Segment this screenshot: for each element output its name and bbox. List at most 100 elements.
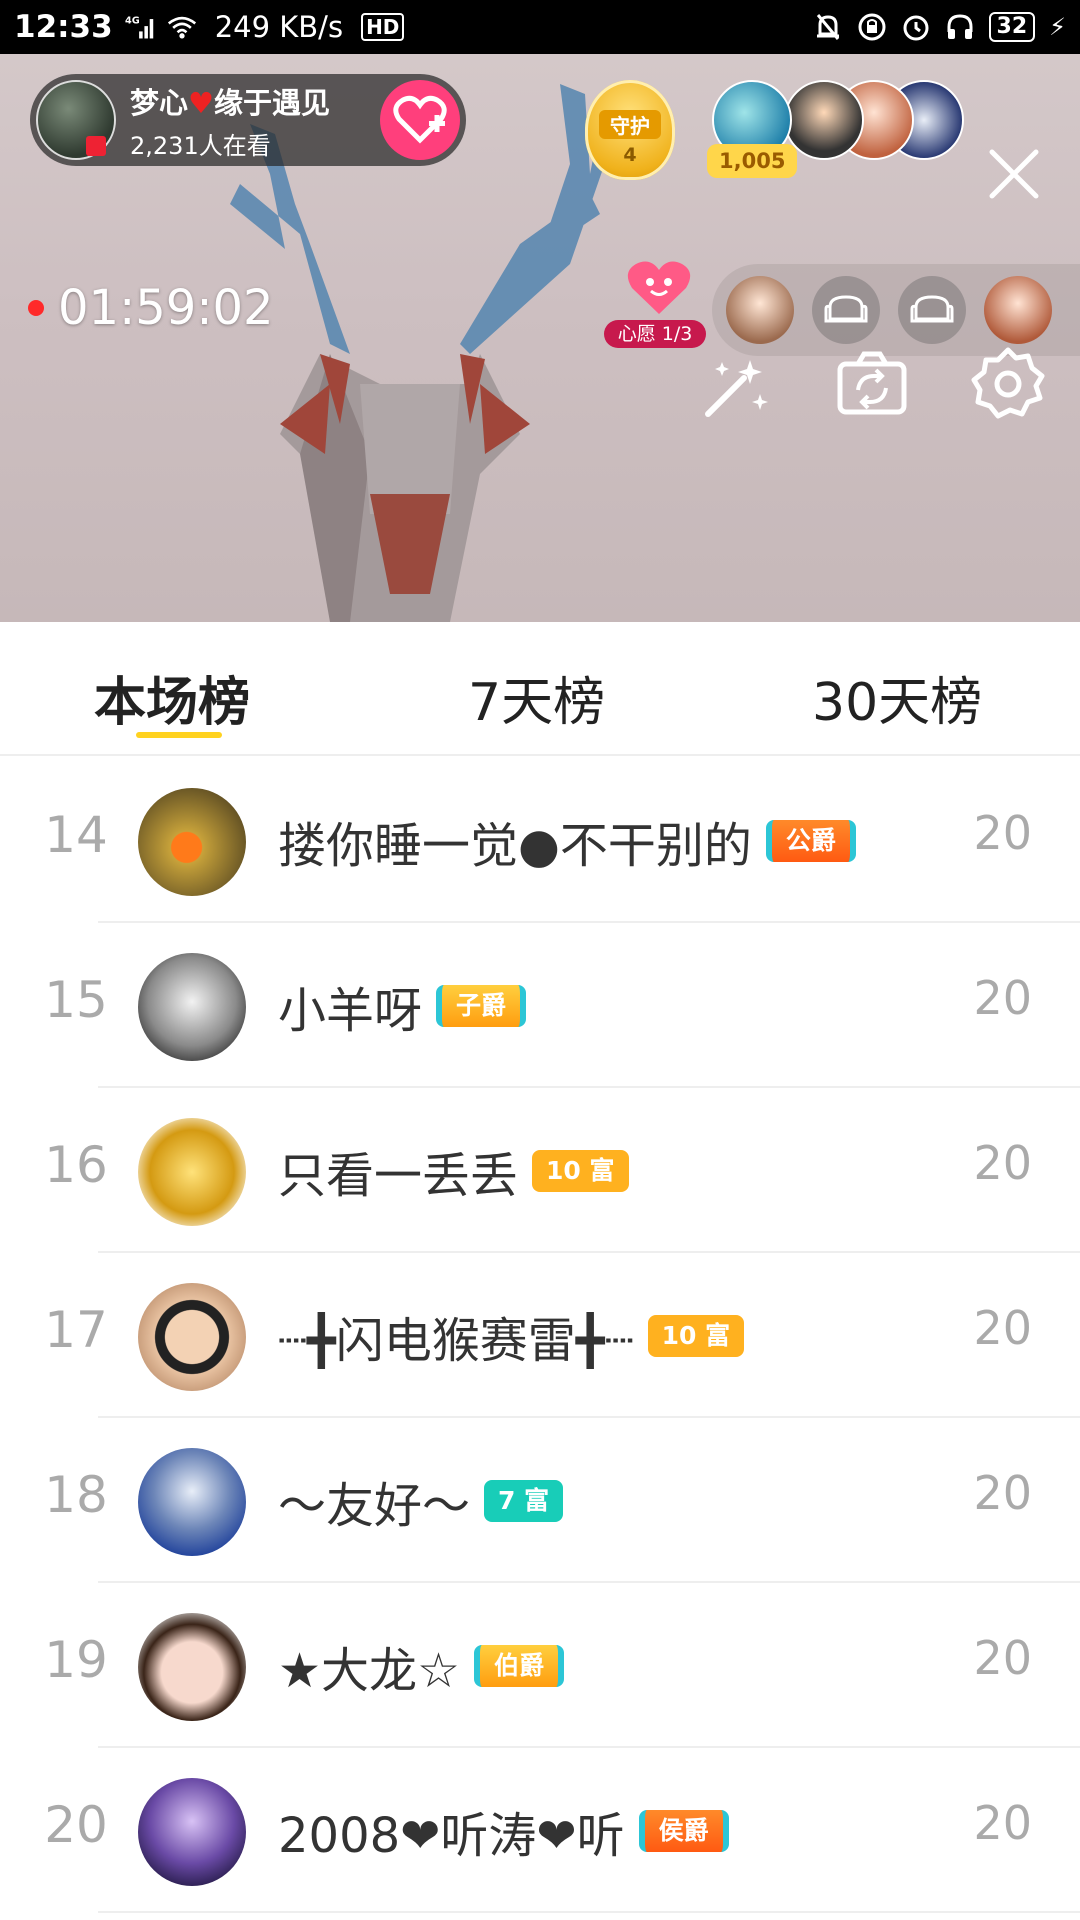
user-name: 搂你睡一觉●不干别的 bbox=[278, 818, 752, 874]
user-name: 只看一丢丢 bbox=[278, 1148, 519, 1204]
signal-icon: 4G bbox=[125, 12, 155, 42]
score: 20 bbox=[973, 1796, 1032, 1850]
status-time: 12:33 bbox=[14, 9, 113, 45]
rank-badge: 10 富 bbox=[532, 1150, 629, 1192]
list-item[interactable]: 16 只看一丢丢 10 富 20 bbox=[0, 1088, 1080, 1253]
avatar[interactable] bbox=[138, 1613, 246, 1721]
flip-camera-button[interactable] bbox=[834, 346, 910, 422]
rank-number: 20 bbox=[44, 1796, 108, 1854]
top-fans-avatars[interactable]: 1,005 bbox=[707, 80, 964, 178]
ranking-tabs: 本场榜 7天榜 30天榜 bbox=[0, 622, 1080, 756]
mute-bell-icon bbox=[813, 12, 843, 42]
close-button[interactable] bbox=[986, 146, 1042, 202]
score: 20 bbox=[973, 971, 1032, 1025]
avatar[interactable] bbox=[138, 1118, 246, 1226]
user-name: 2008❤听涛❤听 bbox=[278, 1808, 625, 1864]
rank-number: 18 bbox=[44, 1466, 108, 1524]
rank-number: 14 bbox=[44, 806, 108, 864]
score: 20 bbox=[973, 1466, 1032, 1520]
avatar[interactable] bbox=[138, 788, 246, 896]
headphones-icon bbox=[945, 12, 975, 42]
rank-number: 16 bbox=[44, 1136, 108, 1194]
avatar[interactable] bbox=[138, 953, 246, 1061]
guest-seats-bar bbox=[712, 264, 1080, 356]
active-tab-indicator bbox=[136, 732, 222, 738]
score: 20 bbox=[973, 1631, 1032, 1685]
guard-label: 守护 bbox=[599, 110, 661, 139]
wish-label: 心愿 1/3 bbox=[604, 320, 706, 348]
live-timer: 01:59:02 bbox=[28, 280, 274, 336]
avatar[interactable] bbox=[138, 1283, 246, 1391]
beauty-effect-button[interactable] bbox=[696, 348, 772, 424]
lock-rotation-icon bbox=[857, 12, 887, 42]
smiling-heart-icon bbox=[627, 261, 691, 314]
host-name-part1: 梦心 bbox=[130, 85, 189, 120]
settings-button[interactable] bbox=[970, 346, 1046, 422]
heart-icon: ♥ bbox=[188, 85, 215, 120]
list-item[interactable]: 18 ～友好～ 7 富 20 bbox=[0, 1418, 1080, 1583]
close-icon bbox=[989, 149, 1039, 199]
list-item[interactable]: 20 2008❤听涛❤听 侯爵 20 bbox=[0, 1748, 1080, 1913]
user-name: ～友好～ bbox=[278, 1478, 471, 1534]
follow-button[interactable] bbox=[380, 80, 460, 160]
timer-text: 01:59:02 bbox=[58, 280, 274, 336]
list-item[interactable]: 14 搂你睡一觉●不干别的 公爵 20 bbox=[0, 758, 1080, 923]
empty-seat[interactable] bbox=[812, 276, 880, 344]
rank-badge: 公爵 bbox=[765, 820, 856, 862]
score: 20 bbox=[973, 806, 1032, 860]
status-bar: 12:33 4G 249 KB/s HD 32 ⚡ bbox=[0, 0, 1080, 54]
camera-switch-icon bbox=[837, 351, 907, 415]
guard-badge-button[interactable]: 守护 4 bbox=[585, 80, 675, 180]
avatar[interactable] bbox=[138, 1448, 246, 1556]
score: 20 bbox=[973, 1301, 1032, 1355]
guest-avatar[interactable] bbox=[984, 276, 1052, 344]
empty-seat[interactable] bbox=[898, 276, 966, 344]
viewer-count: 2,231人在看 bbox=[130, 131, 271, 160]
ranking-list: 14 搂你睡一觉●不干别的 公爵 20 15 小羊呀 子爵 20 16 只看一丢… bbox=[0, 758, 1080, 1913]
list-item[interactable]: 19 ★大龙☆ 伯爵 20 bbox=[0, 1583, 1080, 1748]
recording-dot-icon bbox=[28, 300, 44, 316]
host-name: 梦心♥缘于遇见 bbox=[130, 80, 330, 122]
heart-plus-icon bbox=[393, 95, 447, 144]
rank-badge: 伯爵 bbox=[474, 1645, 565, 1687]
divider bbox=[98, 1911, 1080, 1913]
guest-avatar[interactable] bbox=[726, 276, 794, 344]
host-info-pill[interactable]: 梦心♥缘于遇见 2,231人在看 bbox=[30, 74, 466, 166]
svg-text:4G: 4G bbox=[125, 15, 140, 26]
user-name: ★大龙☆ bbox=[278, 1643, 461, 1699]
network-speed: 249 KB/s bbox=[214, 10, 344, 44]
rank-badge: 子爵 bbox=[436, 985, 527, 1027]
fan-avatar[interactable] bbox=[784, 80, 864, 160]
score: 20 bbox=[973, 1136, 1032, 1190]
user-name: ┈╋闪电猴赛雷╋┈ bbox=[278, 1313, 634, 1369]
host-avatar[interactable] bbox=[36, 80, 116, 160]
avatar[interactable] bbox=[138, 1778, 246, 1886]
wish-button[interactable]: 心愿 1/3 bbox=[604, 258, 706, 348]
sofa-icon bbox=[910, 295, 954, 323]
wifi-icon bbox=[167, 12, 197, 42]
magic-wand-icon bbox=[705, 360, 768, 417]
list-item[interactable]: 15 小羊呀 子爵 20 bbox=[0, 923, 1080, 1088]
hd-icon: HD bbox=[361, 13, 405, 41]
guard-count: 4 bbox=[623, 144, 637, 166]
live-stream-view: 梦心♥缘于遇见 2,231人在看 守护 4 1,005 01:59:02 心愿 … bbox=[0, 54, 1080, 622]
charging-icon: ⚡ bbox=[1049, 13, 1066, 41]
live-flag-icon bbox=[86, 136, 106, 156]
rank-number: 15 bbox=[44, 971, 108, 1029]
rank-badge: 侯爵 bbox=[638, 1810, 729, 1852]
user-name: 小羊呀 bbox=[278, 983, 423, 1039]
tab-7-days[interactable]: 7天榜 bbox=[468, 660, 605, 735]
tab-this-session[interactable]: 本场榜 bbox=[94, 660, 250, 735]
tab-30-days[interactable]: 30天榜 bbox=[812, 660, 982, 735]
rank-number: 17 bbox=[44, 1301, 108, 1359]
alarm-icon bbox=[901, 12, 931, 42]
battery-level: 32 bbox=[988, 12, 1036, 42]
sofa-icon bbox=[824, 295, 868, 323]
host-name-part2: 缘于遇见 bbox=[214, 85, 331, 120]
rank-badge: 7 富 bbox=[484, 1480, 564, 1522]
rank-badge: 10 富 bbox=[647, 1315, 745, 1357]
list-item[interactable]: 17 ┈╋闪电猴赛雷╋┈ 10 富 20 bbox=[0, 1253, 1080, 1418]
gear-icon bbox=[971, 347, 1045, 419]
fan-count-badge: 1,005 bbox=[707, 144, 798, 178]
rank-number: 19 bbox=[44, 1631, 108, 1689]
